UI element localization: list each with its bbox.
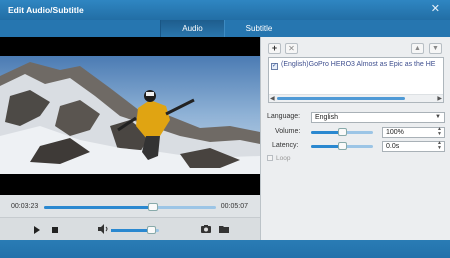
total-time: 00:05:07 <box>220 203 248 210</box>
track-label: (English)GoPro HERO3 Almost as Epic as t… <box>281 61 436 68</box>
volume-spinbox[interactable]: 100% ▲ ▼ <box>382 127 445 138</box>
latency-slider[interactable] <box>311 142 373 150</box>
current-time: 00:03:23 <box>11 203 39 210</box>
latency-value: 0.0s <box>386 143 400 150</box>
latency-handle[interactable] <box>338 142 347 150</box>
volume-slider[interactable] <box>111 226 159 234</box>
move-down-button[interactable]: ▼ <box>429 43 442 54</box>
folder-icon[interactable] <box>218 223 230 235</box>
language-row: Language: English ▼ <box>267 112 447 123</box>
volume-row: Volume: 100% ▲ ▼ <box>267 127 447 138</box>
horizontal-scrollbar[interactable]: ◀ ▶ <box>269 94 443 102</box>
spin-arrows-icon[interactable]: ▲ ▼ <box>437 127 442 137</box>
move-up-button[interactable]: ▲ <box>411 43 424 54</box>
scrollbar-thumb[interactable] <box>277 97 405 100</box>
title-bar: Edit Audio/Subtitle ✕ <box>0 0 450 20</box>
add-track-button[interactable]: + <box>268 43 281 54</box>
progress-handle[interactable] <box>148 203 158 211</box>
language-value: English <box>315 114 338 121</box>
camera-icon[interactable] <box>200 223 212 235</box>
player-panel: 00:03:23 00:05:07 <box>0 37 260 240</box>
latency-label: Latency: <box>272 142 299 149</box>
speaker-icon[interactable] <box>97 223 109 235</box>
progress-fill <box>44 206 152 209</box>
volume-label: Volume: <box>275 128 301 135</box>
close-icon[interactable]: ✕ <box>431 3 440 15</box>
playback-controls <box>0 217 260 240</box>
list-item[interactable]: ✓ (English)GoPro HERO3 Almost as Epic as … <box>271 61 435 70</box>
language-select[interactable]: English ▼ <box>311 112 445 123</box>
tab-bar: Audio Subtitle <box>0 20 450 37</box>
tab-audio[interactable]: Audio <box>160 20 225 37</box>
volume-value: 100% <box>386 129 404 136</box>
audio-track-list: ✓ (English)GoPro HERO3 Almost as Epic as … <box>268 57 444 103</box>
track-volume-handle[interactable] <box>338 128 347 136</box>
video-preview <box>0 37 260 195</box>
edit-audio-subtitle-window: Edit Audio/Subtitle ✕ Audio Subtitle 00:… <box>0 0 450 258</box>
audio-settings-panel: + ✕ ▲ ▼ ✓ (English)GoPro HERO3 Almost as … <box>260 37 450 240</box>
volume-handle[interactable] <box>147 226 156 234</box>
tab-subtitle[interactable]: Subtitle <box>226 20 292 37</box>
bottom-bar <box>0 240 450 258</box>
latency-spinbox[interactable]: 0.0s ▲ ▼ <box>382 141 445 152</box>
window-title: Edit Audio/Subtitle <box>8 5 84 15</box>
delete-track-button[interactable]: ✕ <box>285 43 298 54</box>
track-checkbox[interactable]: ✓ <box>271 63 278 70</box>
progress-slider[interactable] <box>44 203 216 211</box>
volume-fill <box>111 229 151 232</box>
latency-row: Latency: 0.0s ▲ ▼ <box>267 141 447 152</box>
chevron-down-icon: ▼ <box>435 114 441 120</box>
stop-icon[interactable] <box>49 223 61 235</box>
track-volume-slider[interactable] <box>311 128 373 136</box>
play-icon[interactable] <box>31 223 43 235</box>
loop-label: Loop <box>276 155 291 162</box>
scroll-left-icon[interactable]: ◀ <box>270 95 275 102</box>
video-frame <box>0 56 260 174</box>
timeline-bar: 00:03:23 00:05:07 <box>0 195 260 217</box>
spin-arrows-icon[interactable]: ▲ ▼ <box>437 141 442 151</box>
loop-checkbox[interactable] <box>267 155 273 161</box>
loop-option[interactable]: Loop <box>267 155 290 162</box>
scroll-right-icon[interactable]: ▶ <box>437 95 442 102</box>
language-label: Language: <box>267 113 301 120</box>
